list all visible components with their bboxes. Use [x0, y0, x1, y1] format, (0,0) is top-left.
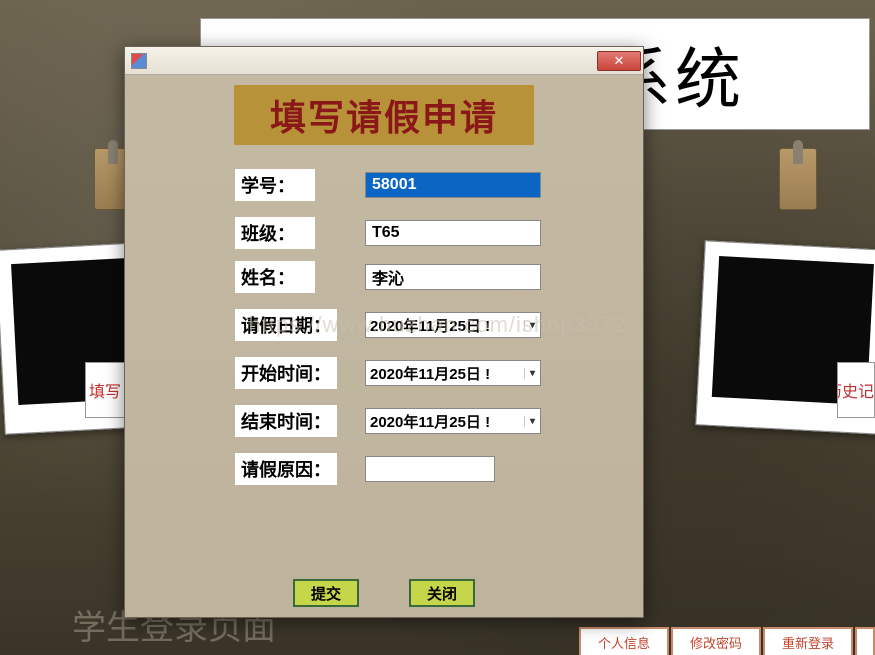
footer-extra-button[interactable] — [855, 627, 875, 655]
start-time-label: 开始时间： — [235, 357, 337, 389]
class-row: 班级： — [235, 217, 625, 249]
reason-label: 请假原因： — [235, 453, 337, 485]
dialog-title: 填写请假申请 — [234, 85, 534, 145]
app-icon — [131, 53, 147, 69]
chevron-down-icon: ▾ — [524, 368, 540, 379]
fill-request-button[interactable]: 填写 — [85, 362, 125, 418]
decorative-clip — [775, 148, 821, 228]
student-id-label: 学号： — [235, 169, 315, 201]
personal-info-button[interactable]: 个人信息 — [579, 627, 669, 655]
dialog-body: 填写请假申请 学号： 班级： 姓名： 请假日期： 2020年11月25日 ! ▾… — [125, 75, 643, 617]
name-label: 姓名： — [235, 261, 315, 293]
history-button[interactable]: 历史记录 — [837, 362, 875, 418]
close-icon[interactable]: ✕ — [597, 51, 641, 71]
reason-input[interactable] — [365, 456, 495, 482]
leave-date-row: 请假日期： 2020年11月25日 ! ▾ — [235, 309, 625, 341]
submit-button[interactable]: 提交 — [293, 579, 359, 607]
start-time-row: 开始时间： 2020年11月25日 ! ▾ — [235, 357, 625, 389]
chevron-down-icon: ▾ — [524, 320, 540, 331]
dialog-titlebar[interactable]: ✕ — [125, 47, 643, 75]
leave-date-label: 请假日期： — [235, 309, 337, 341]
end-time-picker[interactable]: 2020年11月25日 ! ▾ — [365, 408, 541, 434]
relogin-button[interactable]: 重新登录 — [763, 627, 853, 655]
class-input[interactable] — [365, 220, 541, 246]
leave-request-dialog: ✕ 填写请假申请 学号： 班级： 姓名： 请假日期： 2020年11月25日 !… — [124, 46, 644, 618]
chevron-down-icon: ▾ — [524, 416, 540, 427]
footer-button-row: 个人信息 修改密码 重新登录 — [579, 627, 875, 655]
end-time-label: 结束时间： — [235, 405, 337, 437]
end-time-row: 结束时间： 2020年11月25日 ! ▾ — [235, 405, 625, 437]
student-id-input[interactable] — [365, 172, 541, 198]
start-time-value: 2020年11月25日 ! — [370, 363, 524, 384]
dialog-button-row: 提交 关闭 — [125, 579, 643, 607]
reason-row: 请假原因： — [235, 453, 625, 485]
name-input[interactable] — [365, 264, 541, 290]
start-time-picker[interactable]: 2020年11月25日 ! ▾ — [365, 360, 541, 386]
name-row: 姓名： — [235, 261, 625, 293]
student-id-row: 学号： — [235, 169, 625, 201]
class-label: 班级： — [235, 217, 315, 249]
close-button[interactable]: 关闭 — [409, 579, 475, 607]
leave-date-value: 2020年11月25日 ! — [370, 315, 524, 336]
end-time-value: 2020年11月25日 ! — [370, 411, 524, 432]
leave-date-picker[interactable]: 2020年11月25日 ! ▾ — [365, 312, 541, 338]
change-password-button[interactable]: 修改密码 — [671, 627, 761, 655]
